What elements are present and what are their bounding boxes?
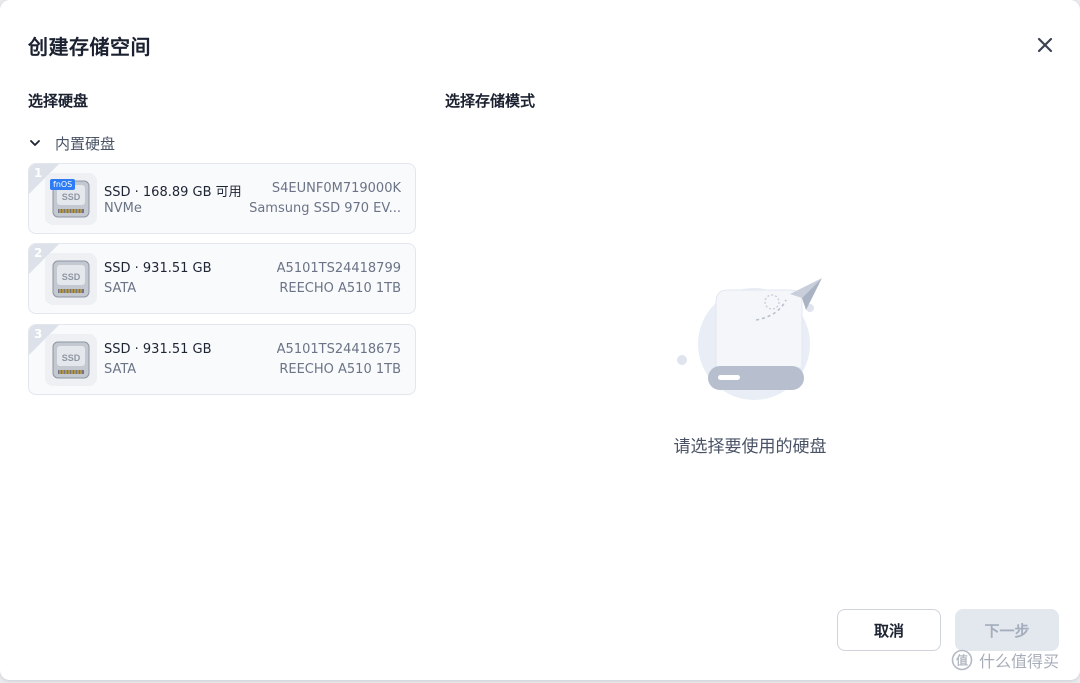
watermark: 值 什么值得买	[951, 648, 1059, 672]
disk-card-2[interactable]: 2 SSD SSD · 931.51 GB SATA A5101TS244187…	[28, 243, 416, 314]
select-mode-heading: 选择存储模式	[445, 92, 536, 110]
ssd-icon: SSD fnOS	[45, 173, 97, 225]
dialog-title: 创建存储空间	[28, 35, 151, 59]
cancel-button[interactable]: 取消	[837, 609, 941, 651]
disk-type-size: SSD · 931.51 GB	[104, 342, 212, 357]
next-step-button[interactable]: 下一步	[955, 609, 1059, 651]
select-disk-heading: 选择硬盘	[28, 92, 89, 110]
ssd-icon-text: SSD	[62, 272, 81, 282]
internal-disks-label: 内置硬盘	[55, 134, 116, 153]
disk-serial: A5101TS24418799	[276, 261, 401, 276]
disk-interface: SATA	[104, 281, 137, 296]
disk-card-1[interactable]: 1 SSD fnOS SSD · 168.89 GB 可用 NVMe S4EUN…	[28, 163, 416, 234]
disk-card-3[interactable]: 3 SSD SSD · 931.51 GB SATA A5101TS244186…	[28, 324, 416, 395]
chevron-down-icon	[30, 140, 40, 146]
fnos-badge: fnOS	[50, 179, 76, 190]
create-storage-dialog: 创建存储空间 选择硬盘 选择存储模式 内置硬盘 1 SSD fnOS SSD ·…	[0, 0, 1080, 680]
disk-index: 3	[34, 327, 43, 341]
disk-model: Samsung SSD 970 EV...	[249, 201, 401, 216]
empty-disk-illustration-icon	[677, 278, 822, 400]
watermark-logo-icon: 值	[951, 649, 973, 671]
disk-type-size: SSD · 931.51 GB	[104, 261, 212, 276]
empty-state-text: 请选择要使用的硬盘	[673, 437, 827, 457]
watermark-text: 什么值得买	[979, 652, 1060, 671]
internal-disks-toggle[interactable]: 内置硬盘	[28, 132, 115, 154]
close-icon[interactable]	[1033, 33, 1057, 57]
disk-model: REECHO A510 1TB	[279, 281, 401, 296]
svg-text:值: 值	[956, 653, 968, 668]
disk-index: 1	[34, 166, 43, 180]
disk-model: REECHO A510 1TB	[279, 362, 401, 377]
disk-interface: SATA	[104, 362, 137, 377]
disk-index: 2	[34, 246, 43, 260]
ssd-icon-text: SSD	[62, 353, 81, 363]
disk-interface: NVMe	[104, 201, 142, 216]
ssd-icon-text: SSD	[62, 192, 81, 202]
disk-serial: A5101TS24418675	[276, 342, 401, 357]
disk-type-size: SSD · 168.89 GB 可用	[104, 185, 242, 200]
ssd-icon: SSD	[45, 334, 97, 386]
disk-serial: S4EUNF0M719000K	[271, 181, 401, 196]
ssd-icon: SSD	[45, 253, 97, 305]
